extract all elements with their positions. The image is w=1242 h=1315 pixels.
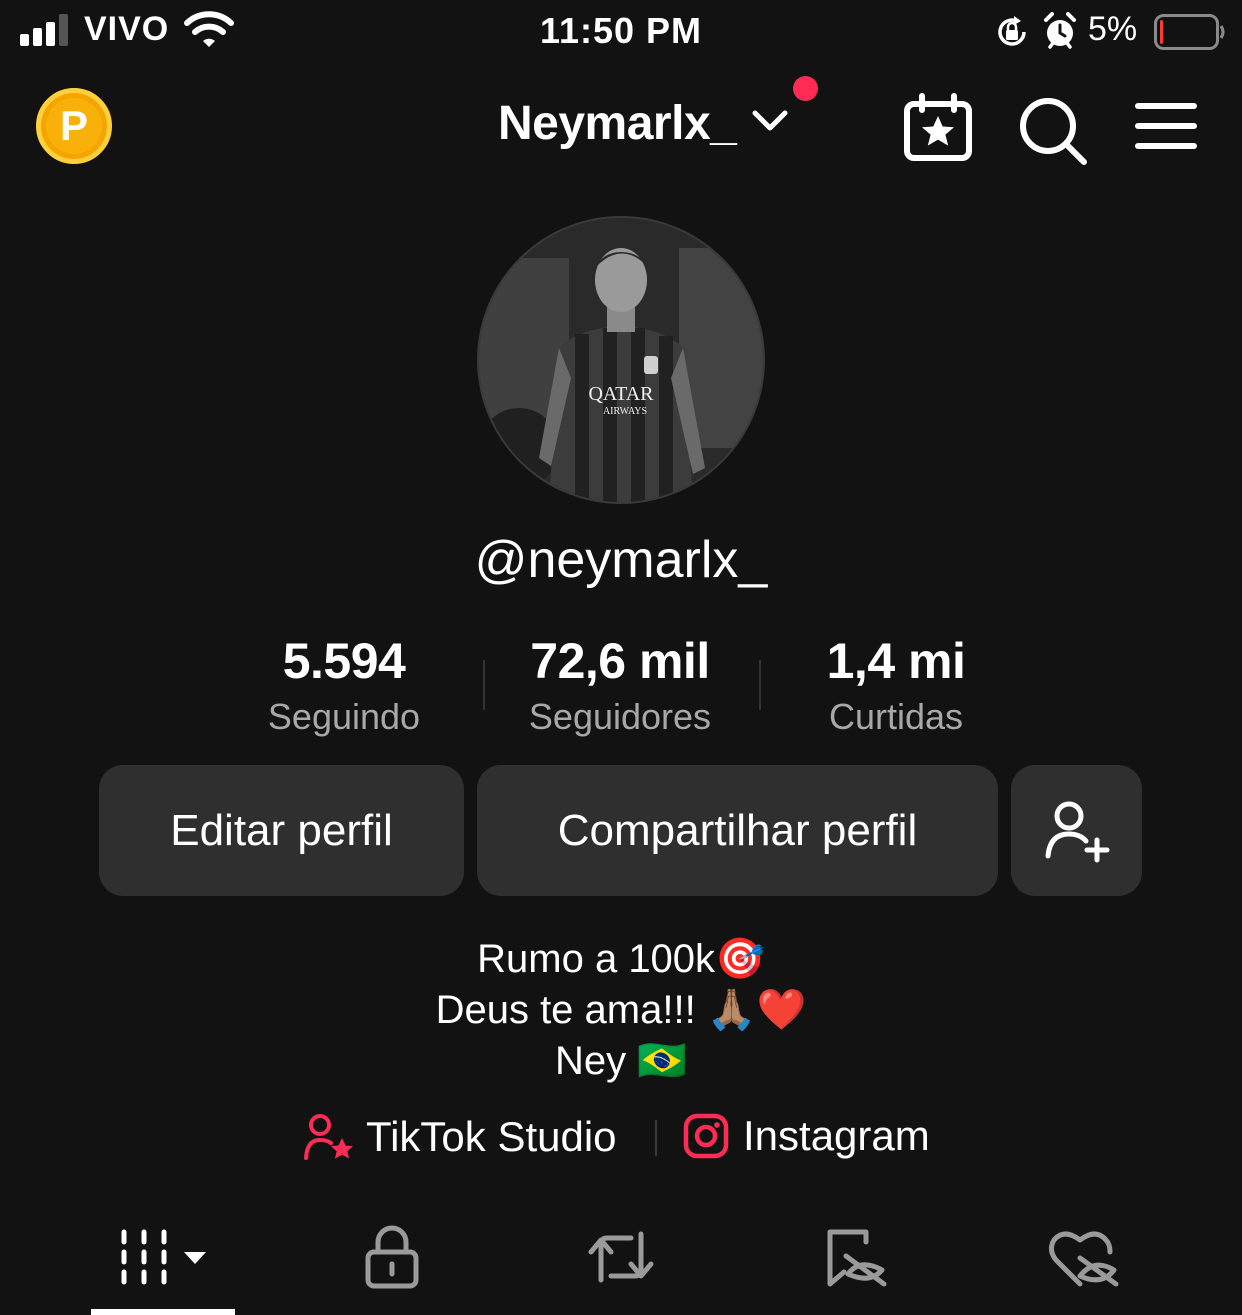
chevron-down-icon [752, 110, 788, 131]
stat-followers[interactable]: 72,6 mil Seguidores [500, 632, 740, 738]
tiktok-studio-link[interactable]: TikTok Studio [302, 1112, 617, 1162]
stat-divider [759, 660, 761, 710]
menu-icon[interactable] [1126, 90, 1206, 170]
bio-line: Deus te ama!!! 🙏🏽❤️ [435, 988, 807, 1032]
account-switcher[interactable]: Neymarlx_ [470, 92, 830, 158]
tab-reposts[interactable] [561, 1222, 681, 1292]
svg-text:AIRWAYS: AIRWAYS [603, 406, 647, 417]
instagram-link[interactable]: Instagram [683, 1112, 930, 1160]
tab-liked[interactable] [1022, 1222, 1142, 1292]
add-friend-button[interactable] [1011, 765, 1142, 896]
edit-profile-button[interactable]: Editar perfil [99, 765, 464, 896]
instagram-label: Instagram [743, 1112, 930, 1159]
lock-icon [365, 1225, 419, 1289]
profile-bio: Rumo a 100k🎯 Deus te ama!!! 🙏🏽❤️ Ney 🇧🇷 [0, 934, 1242, 1087]
svg-text:QATAR: QATAR [588, 383, 654, 405]
bookmark-hidden-icon [827, 1229, 887, 1287]
bio-line: Ney 🇧🇷 [554, 1039, 688, 1083]
chevron-down-icon [184, 1252, 206, 1264]
stat-likes-label: Curtidas [828, 696, 964, 737]
repost-icon [588, 1231, 654, 1283]
status-bar: VIVO 11:50 PM 5% [0, 0, 1242, 64]
stat-following-label: Seguindo [267, 696, 421, 737]
stat-following[interactable]: 5.594 Seguindo [224, 632, 464, 738]
rotation-lock-icon [998, 16, 1026, 46]
tiktok-studio-label: TikTok Studio [366, 1113, 617, 1160]
grid-icon [121, 1229, 167, 1285]
add-user-icon [1045, 801, 1109, 862]
coin-letter: P [46, 98, 102, 154]
avatar-photo: QATAR AIRWAYS [479, 218, 763, 502]
stat-following-value: 5.594 [282, 633, 406, 689]
search-icon[interactable] [1012, 90, 1092, 170]
bio-line: Rumo a 100k🎯 [477, 937, 765, 981]
tab-favorites[interactable] [794, 1222, 914, 1292]
profile-links: TikTok Studio Instagram [0, 1112, 1242, 1164]
coin-icon[interactable]: P [36, 88, 112, 164]
profile-handle: @neymarlx_ [474, 531, 768, 589]
stat-followers-value: 72,6 mil [530, 633, 710, 689]
tab-active-indicator [91, 1309, 235, 1315]
studio-user-star-icon [304, 1114, 353, 1160]
account-name: Neymarlx_ [498, 97, 737, 150]
notification-dot [793, 76, 818, 101]
stat-followers-label: Seguidores [528, 696, 712, 737]
battery-percent: 5% [1088, 10, 1138, 48]
link-divider [655, 1120, 657, 1156]
calendar-star-icon[interactable] [898, 90, 978, 170]
stat-divider [483, 660, 485, 710]
instagram-icon [683, 1113, 729, 1159]
tab-private[interactable] [332, 1222, 452, 1292]
stat-likes-value: 1,4 mi [826, 633, 966, 689]
stat-likes[interactable]: 1,4 mi Curtidas [776, 632, 1016, 738]
alarm-icon [1044, 12, 1076, 49]
tab-videos[interactable] [104, 1222, 224, 1292]
avatar[interactable]: QATAR AIRWAYS [477, 216, 765, 504]
battery-icon [1154, 14, 1225, 50]
heart-hidden-icon [1048, 1231, 1119, 1287]
share-profile-button[interactable]: Compartilhar perfil [477, 765, 998, 896]
